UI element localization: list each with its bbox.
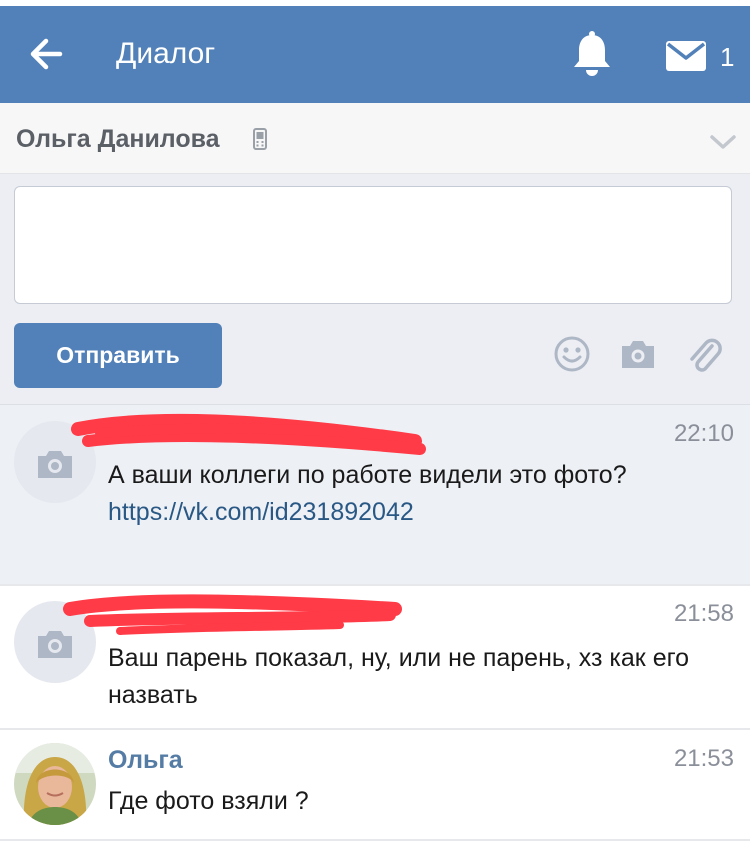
dialog-item[interactable]: 21:58 Ваш парень показал, ну, или не пар… [0, 587, 750, 730]
redaction-mark [71, 413, 426, 455]
page-title: Диалог [116, 37, 216, 70]
message-time: 21:58 [673, 600, 734, 627]
arrow-left-icon [30, 38, 63, 70]
app-header: Диалог 1 [0, 6, 750, 103]
dialog-item[interactable]: 22:10 А ваши коллеги по работе видели эт… [0, 405, 750, 586]
bell-icon [574, 31, 610, 76]
envelope-icon [666, 41, 706, 71]
unread-count-badge: 1 [720, 42, 735, 72]
emoji-icon[interactable] [552, 334, 592, 374]
message-body: А ваши коллеги по работе видели это фото… [108, 461, 627, 489]
avatar [14, 743, 96, 825]
conversation-peer-bar[interactable]: Ольга Данилова [0, 103, 750, 174]
peer-name: Ольга Данилова [16, 125, 220, 153]
message-composer: Отправить [0, 174, 750, 405]
message-link[interactable]: https://vk.com/id231892042 [108, 494, 708, 531]
message-time: 22:10 [673, 420, 734, 447]
message-time: 21:53 [673, 745, 734, 772]
messages-button[interactable]: 1 [664, 36, 744, 76]
notifications-button[interactable] [568, 30, 616, 80]
camera-icon[interactable] [618, 334, 658, 374]
user-photo [14, 743, 96, 825]
phone-icon [253, 128, 267, 150]
message-text: Ваш парень показал, ну, или не парень, х… [108, 644, 690, 709]
send-button[interactable]: Отправить [14, 323, 222, 388]
message-input[interactable] [14, 186, 732, 304]
sender-name: Ольга [108, 746, 183, 774]
dialog-item[interactable]: Ольга 21:53 Где фото взяли ? [0, 731, 750, 841]
paperclip-icon[interactable] [684, 334, 724, 374]
message-text: А ваши коллеги по работе видели это фото… [108, 457, 708, 531]
back-button[interactable] [22, 30, 74, 78]
chevron-down-icon[interactable] [708, 129, 738, 153]
message-text: Где фото взяли ? [108, 787, 309, 815]
redaction-mark [63, 594, 402, 635]
